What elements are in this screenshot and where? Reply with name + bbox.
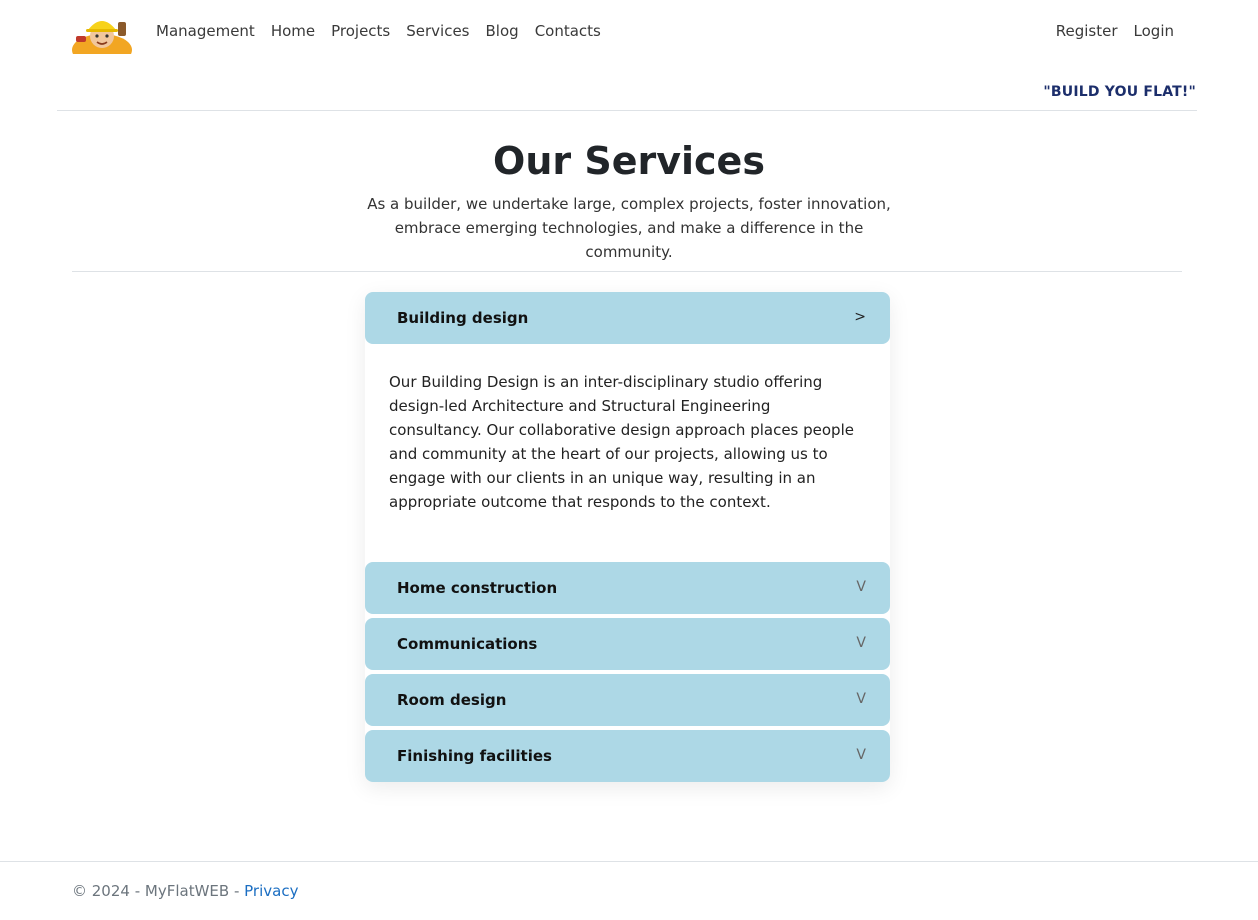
site-footer: © 2024 - MyFlatWEB - Privacy	[72, 882, 298, 900]
main-nav: Management Home Projects Services Blog C…	[156, 22, 601, 40]
nav-services[interactable]: Services	[406, 22, 469, 40]
section-divider	[72, 271, 1182, 272]
chevron-down-icon: V	[856, 691, 866, 707]
nav-projects[interactable]: Projects	[331, 22, 390, 40]
nav-management[interactable]: Management	[156, 22, 255, 40]
accordion-item-room-design: Room design V	[365, 674, 890, 726]
nav-blog[interactable]: Blog	[486, 22, 519, 40]
accordion-item-communications: Communications V	[365, 618, 890, 670]
accordion-header-building-design[interactable]: Building design >	[365, 292, 890, 344]
chevron-down-icon: V	[856, 635, 866, 651]
nav-home[interactable]: Home	[271, 22, 315, 40]
auth-links: Register Login	[1056, 22, 1174, 40]
chevron-right-icon: >	[854, 309, 866, 325]
privacy-link[interactable]: Privacy	[244, 882, 298, 900]
intro-text: As a builder, we undertake large, comple…	[367, 195, 891, 261]
accordion-title: Communications	[397, 635, 538, 653]
accordion-header-communications[interactable]: Communications V	[365, 618, 890, 670]
brand-logo[interactable]	[72, 12, 132, 66]
services-accordion: Building design > Our Building Design is…	[365, 292, 890, 782]
builder-mascot-icon	[72, 21, 132, 66]
accordion-item-home-construction: Home construction V	[365, 562, 890, 614]
register-link[interactable]: Register	[1056, 22, 1118, 40]
login-link[interactable]: Login	[1134, 22, 1174, 40]
accordion-header-home-construction[interactable]: Home construction V	[365, 562, 890, 614]
nav-contacts[interactable]: Contacts	[535, 22, 601, 40]
accordion-title: Room design	[397, 691, 507, 709]
copyright-text: © 2024 - MyFlatWEB -	[72, 882, 245, 900]
accordion-item-finishing-facilities: Finishing facilities V	[365, 730, 890, 782]
tagline: "BUILD YOU FLAT!"	[1043, 84, 1196, 100]
accordion-header-finishing-facilities[interactable]: Finishing facilities V	[365, 730, 890, 782]
page-title: Our Services	[493, 139, 765, 183]
accordion-title: Building design	[397, 309, 529, 327]
footer-divider	[0, 861, 1258, 862]
navbar: Management Home Projects Services Blog C…	[72, 8, 1182, 66]
accordion-title: Finishing facilities	[397, 747, 552, 765]
chevron-down-icon: V	[856, 747, 866, 763]
accordion-header-room-design[interactable]: Room design V	[365, 674, 890, 726]
accordion-body-building-design: Our Building Design is an inter-discipli…	[365, 344, 890, 558]
accordion-item-building-design: Building design > Our Building Design is…	[365, 292, 890, 558]
header-divider	[57, 110, 1197, 111]
accordion-title: Home construction	[397, 579, 558, 597]
chevron-down-icon: V	[856, 579, 866, 595]
